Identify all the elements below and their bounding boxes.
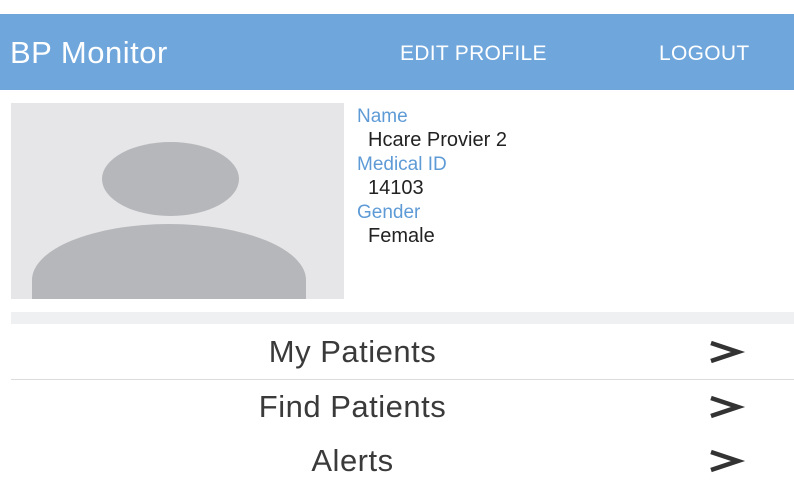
menu-item-label: Alerts xyxy=(311,443,394,478)
medical-id-label: Medical ID xyxy=(357,154,447,175)
menu-item-my-patients[interactable]: My Patients xyxy=(11,325,794,380)
gender-label: Gender xyxy=(357,202,421,223)
section-divider xyxy=(11,312,794,324)
app-title: BP Monitor xyxy=(10,35,168,70)
chevron-right-icon xyxy=(710,395,746,419)
avatar xyxy=(11,103,344,299)
medical-id-value: 14103 xyxy=(368,177,424,199)
avatar-body-shape xyxy=(32,224,306,299)
gender-value: Female xyxy=(368,225,435,247)
logout-button[interactable]: LOGOUT xyxy=(659,42,749,66)
profile-card: Name Hcare Provier 2 Medical ID 14103 Ge… xyxy=(0,90,794,312)
name-value: Hcare Provier 2 xyxy=(368,129,507,151)
app-bar: BP Monitor EDIT PROFILE LOGOUT xyxy=(0,14,794,90)
menu-item-label: Find Patients xyxy=(258,389,447,424)
menu-item-label: My Patients xyxy=(268,334,437,369)
menu-item-alerts[interactable]: Alerts xyxy=(11,434,794,488)
avatar-head-shape xyxy=(102,142,239,216)
name-label: Name xyxy=(357,106,408,127)
menu-item-find-patients[interactable]: Find Patients xyxy=(11,380,794,435)
chevron-right-icon xyxy=(710,340,746,364)
edit-profile-button[interactable]: EDIT PROFILE xyxy=(400,42,547,66)
chevron-right-icon xyxy=(710,449,746,473)
status-strip xyxy=(0,0,794,14)
